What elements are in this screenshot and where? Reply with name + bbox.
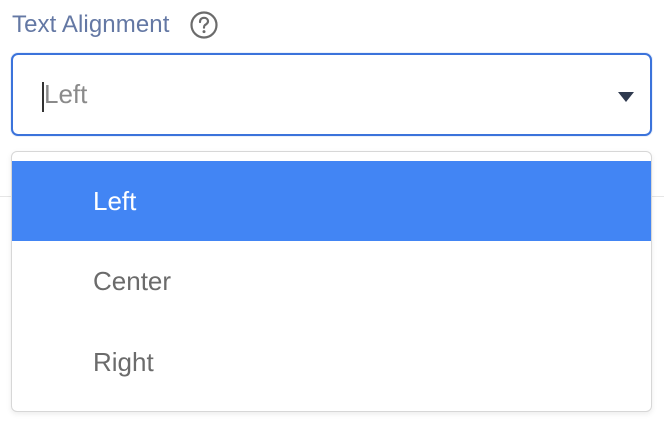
- field-label-row: Text Alignment: [12, 8, 219, 42]
- select-value: Left: [44, 79, 88, 109]
- alignment-select[interactable]: Left: [11, 53, 652, 136]
- dropdown-option-center[interactable]: Center: [12, 241, 651, 321]
- text-alignment-field: Text Alignment Left Left Center Right: [0, 0, 664, 428]
- alignment-dropdown-menu: Left Center Right: [11, 151, 652, 412]
- dropdown-option-right[interactable]: Right: [12, 322, 651, 402]
- caret-down-icon[interactable]: [617, 91, 635, 103]
- field-label: Text Alignment: [12, 11, 170, 38]
- question-circle-icon[interactable]: [189, 10, 219, 40]
- divider: [652, 196, 664, 197]
- dropdown-option-left[interactable]: Left: [12, 161, 651, 241]
